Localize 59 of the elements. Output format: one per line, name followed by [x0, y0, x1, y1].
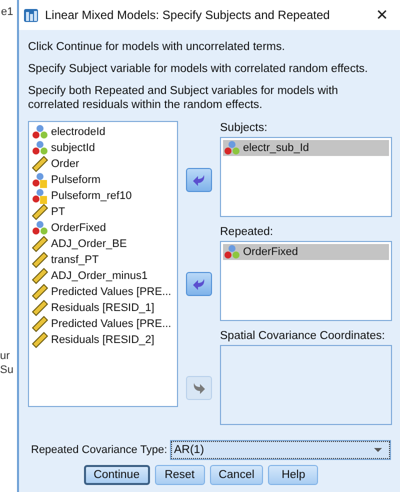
string-variable-icon [32, 188, 48, 204]
target-list[interactable]: electr_sub_Id [220, 137, 392, 217]
variable-item[interactable]: transf_PT [31, 252, 175, 268]
move-button[interactable] [186, 168, 212, 192]
target-list[interactable]: OrderFixed [220, 241, 392, 321]
ruler-icon [32, 204, 48, 220]
nominal-variable-icon [32, 124, 48, 140]
variable-item[interactable]: OrderFixed [223, 244, 389, 260]
ruler-icon [32, 156, 48, 172]
left-arrow-icon [192, 174, 206, 186]
ruler-icon [32, 284, 48, 300]
background-text: ur [0, 350, 10, 362]
variable-item[interactable]: OrderFixed [31, 220, 175, 236]
field-label: Subjects: [220, 121, 268, 135]
variable-item[interactable]: Predicted Values [PRE... [31, 284, 175, 300]
background-text: Su [0, 364, 14, 376]
covariance-type-dropdown[interactable]: AR(1) [171, 441, 390, 459]
dialog-button[interactable]: Reset [154, 465, 205, 485]
dialog-button[interactable]: Cancel [210, 465, 264, 485]
nominal-variable-icon [224, 244, 240, 260]
field-label: Repeated Covariance Type: [30, 444, 168, 456]
variable-list[interactable]: electrodeId subjectId Order Pulseform Pulseform_ref10 PT OrderFixed ADJ_Order_BE transf_PT ADJ_Order_minus1 Predicted Values [PRE... Residuals [RESID_1] Predicted Values [PRE... Residuals [RESID_2] [28, 121, 178, 407]
variable-item[interactable]: electr_sub_Id [223, 140, 389, 156]
nominal-variable-icon [224, 140, 240, 156]
dialog-button[interactable]: Help [268, 465, 318, 485]
move-button[interactable] [186, 272, 212, 296]
variable-item[interactable]: ADJ_Order_minus1 [31, 268, 175, 284]
left-arrow-icon [192, 278, 206, 290]
variable-item[interactable]: Predicted Values [PRE... [31, 316, 175, 332]
field-label: Spatial Covariance Coordinates: [220, 329, 386, 343]
instruction-text: Specify Subject variable for models with correlated random effects. [28, 62, 369, 76]
variable-item[interactable]: Residuals [RESID_2] [31, 332, 175, 348]
ruler-icon [32, 316, 48, 332]
target-list[interactable] [220, 345, 392, 425]
ruler-icon [32, 300, 48, 316]
variable-item[interactable]: ADJ_Order_BE [31, 236, 175, 252]
dropdown-arrow-icon [373, 447, 383, 453]
nominal-variable-icon [32, 220, 48, 236]
right-arrow-icon [192, 382, 206, 394]
dialog-button[interactable]: Continue [84, 465, 150, 485]
ruler-icon [32, 268, 48, 284]
ruler-icon [32, 252, 48, 268]
variable-item[interactable]: PT [31, 204, 175, 220]
close-button[interactable]: ✕ [364, 1, 400, 29]
variable-item[interactable]: electrodeId [31, 124, 175, 140]
variable-item[interactable]: Pulseform [31, 172, 175, 188]
instruction-text: Click Continue for models with uncorrelated terms. [28, 40, 286, 54]
app-icon [23, 7, 39, 23]
field-label: Repeated: [220, 225, 274, 239]
instruction-text: Specify both Repeated and Subject variables for models with correlated residuals within the random effects. [28, 84, 340, 112]
ruler-icon [32, 236, 48, 252]
window-title: Linear Mixed Models: Specify Subjects and Repeated [45, 8, 331, 22]
string-variable-icon [32, 172, 48, 188]
variable-item[interactable]: Pulseform_ref10 [31, 188, 175, 204]
variable-item[interactable]: Order [31, 156, 175, 172]
variable-item[interactable]: subjectId [31, 140, 175, 156]
variable-item[interactable]: Residuals [RESID_1] [31, 300, 175, 316]
background-text: e1 [1, 6, 14, 18]
nominal-variable-icon [32, 140, 48, 156]
